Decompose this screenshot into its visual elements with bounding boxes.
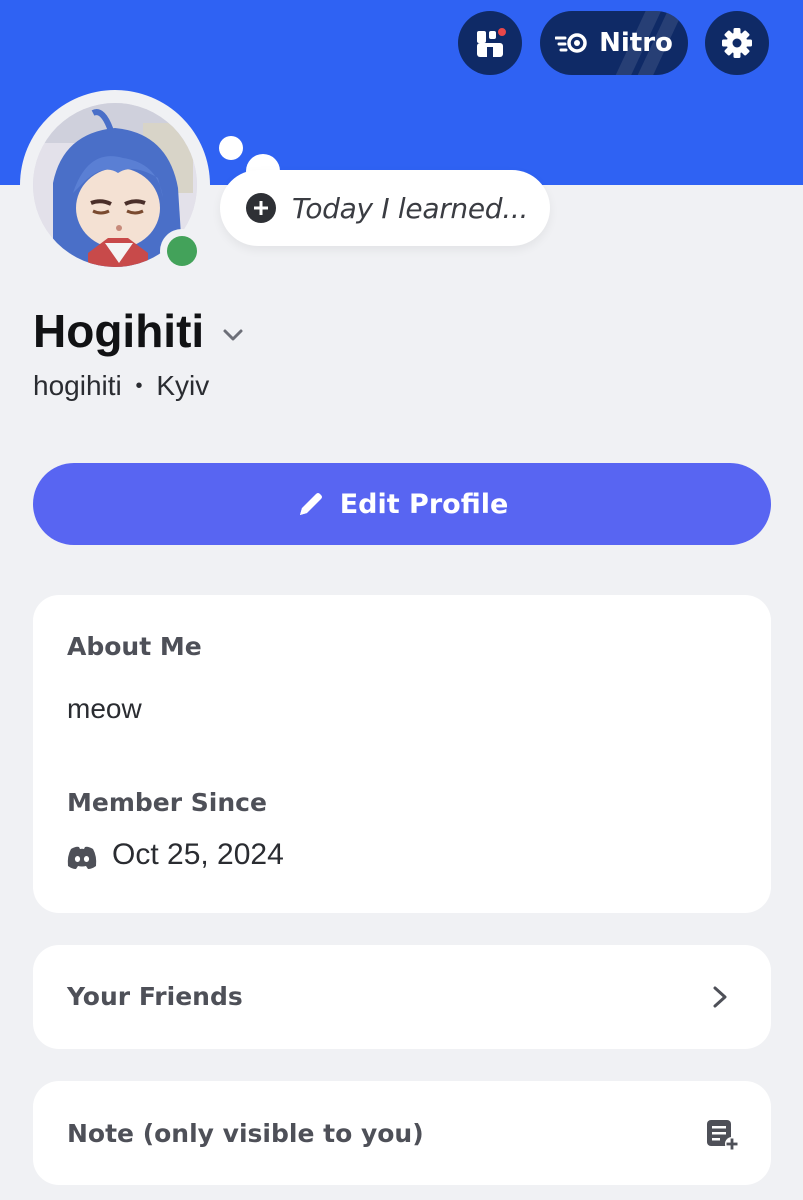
custom-status-bubble[interactable]: Today I learned...	[220, 170, 550, 246]
pencil-icon	[299, 493, 322, 515]
chevron-down-icon[interactable]	[218, 320, 248, 350]
add-note-icon[interactable]	[704, 1116, 740, 1152]
display-name: Hogihiti	[33, 305, 205, 357]
chevron-right-icon	[713, 986, 727, 1008]
discord-icon	[67, 846, 97, 869]
separator: •	[135, 375, 143, 397]
plus-icon	[246, 193, 276, 223]
settings-button[interactable]	[705, 11, 769, 75]
note-label: Note (only visible to you)	[67, 1119, 424, 1148]
nitro-icon	[555, 33, 587, 53]
online-status-indicator	[160, 229, 204, 273]
shop-button[interactable]	[458, 11, 522, 75]
your-friends-label: Your Friends	[67, 982, 243, 1011]
status-placeholder: Today I learned...	[292, 191, 529, 225]
location: Kyiv	[156, 370, 210, 401]
nitro-button[interactable]: Nitro	[540, 11, 688, 75]
about-me-heading: About Me	[67, 632, 202, 661]
member-since-date: Oct 25, 2024	[112, 838, 284, 871]
thought-bubble-dot	[219, 136, 243, 160]
edit-profile-label: Edit Profile	[339, 488, 509, 520]
notification-dot	[496, 26, 508, 38]
gear-icon	[722, 28, 752, 58]
nitro-label: Nitro	[599, 28, 673, 58]
username: hogihiti	[33, 370, 122, 401]
edit-profile-button[interactable]: Edit Profile	[33, 463, 771, 545]
profile-subline: hogihiti • Kyiv	[33, 370, 209, 402]
about-me-text: meow	[67, 693, 142, 724]
member-since-heading: Member Since	[67, 788, 267, 817]
